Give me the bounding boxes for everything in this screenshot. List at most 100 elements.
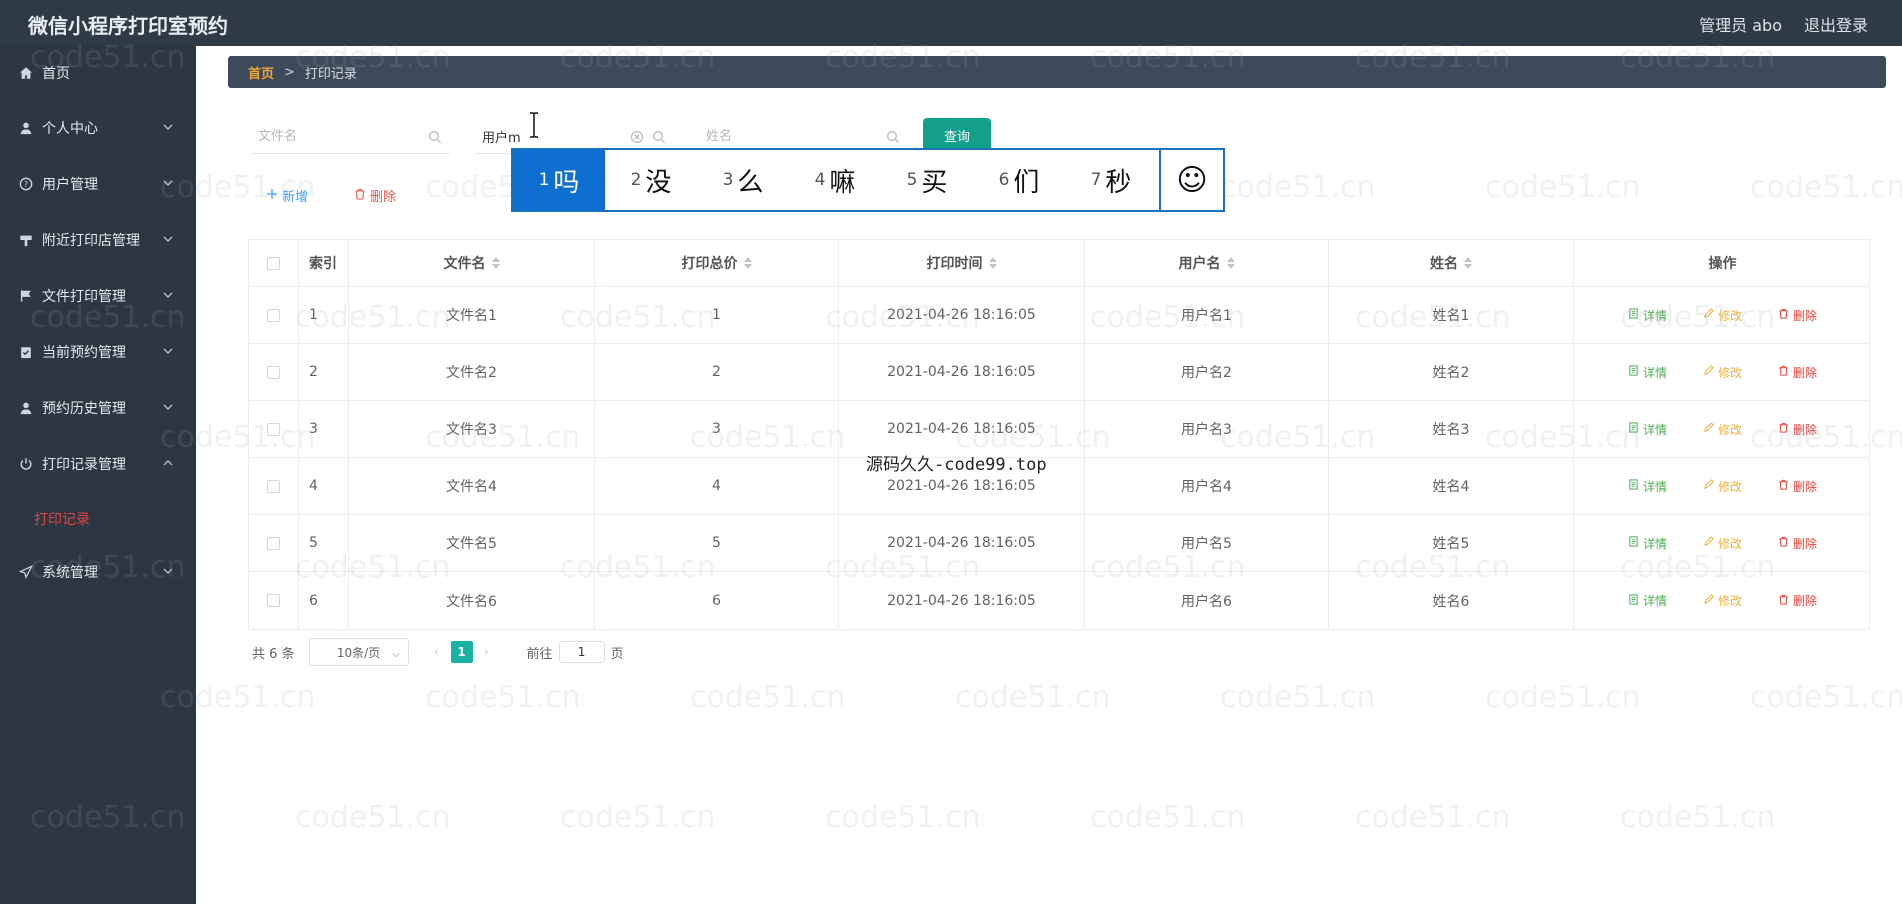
delete-button[interactable]: 删除 [1778,478,1817,495]
sidebar-item-file-print[interactable]: 文件打印管理 [0,276,196,316]
sidebar-item-print-records[interactable]: 打印记录管理 [0,444,196,484]
header-user-area: 管理员 abo 退出登录 [1699,12,1868,36]
add-button[interactable]: 新增 [266,186,308,205]
trash-icon [1778,365,1789,379]
cell-print-time: 2021-04-26 18:16:05 [839,572,1085,629]
ime-candidate[interactable]: 6们 [973,150,1065,210]
ime-candidate[interactable]: 2没 [605,150,697,210]
column-header-name[interactable]: 姓名 [1329,240,1574,286]
row-select-cell [249,572,299,629]
ime-candidate[interactable]: 1吗 [513,150,605,210]
row-checkbox[interactable] [267,365,280,379]
table-row: 6 文件名6 6 2021-04-26 18:16:05 用户名6 姓名6 详情 修改 删除 [249,572,1869,629]
ime-candidate[interactable]: 7秒 [1065,150,1157,210]
cell-price: 5 [595,515,839,571]
cell-index: 2 [299,344,349,400]
page-size-select[interactable]: 10条/页 [308,638,409,666]
row-checkbox[interactable] [267,308,280,322]
column-header-price[interactable]: 打印总价 [595,240,839,286]
cell-actions: 详情 修改 删除 [1574,572,1871,629]
ime-candidate-char: 么 [737,167,764,198]
select-all-checkbox[interactable] [267,256,280,270]
username-search-input[interactable] [474,129,674,144]
trash-icon [354,188,366,204]
detail-button[interactable]: 详情 [1628,307,1667,324]
prev-page-button[interactable]: ‹ [427,642,447,662]
row-checkbox[interactable] [267,479,280,493]
detail-button[interactable]: 详情 [1628,421,1667,438]
row-select-cell [249,458,299,514]
ime-candidate[interactable]: 3么 [697,150,789,210]
sidebar-subitem-print-record[interactable]: 打印记录 [34,502,174,536]
cell-filename: 文件名3 [349,401,595,457]
clipboard-check-icon [18,344,34,360]
query-button[interactable]: 查询 [923,118,991,152]
delete-button-label: 删除 [370,190,397,205]
column-header-username[interactable]: 用户名 [1085,240,1329,286]
delete-button[interactable]: 删除 [1778,592,1817,609]
detail-button[interactable]: 详情 [1628,535,1667,552]
breadcrumb-home[interactable]: 首页 [248,63,274,82]
sort-icon[interactable] [743,257,752,269]
goto-page-input[interactable]: 1 [558,641,605,663]
sort-icon[interactable] [1226,257,1235,269]
ime-candidate-number: 4 [814,170,826,190]
delete-button[interactable]: 删除 [1778,535,1817,552]
sidebar-item-profile[interactable]: 个人中心 [0,108,196,148]
edit-button[interactable]: 修改 [1703,307,1742,324]
edit-button[interactable]: 修改 [1703,592,1742,609]
print-records-table: 索引 文件名 打印总价 打印时间 用户名 姓名 操作 1 文件名1 1 2021-04… [248,239,1870,630]
logout-link[interactable]: 退出登录 [1804,12,1868,36]
edit-button[interactable]: 修改 [1703,478,1742,495]
filename-search-input[interactable] [250,129,450,144]
sidebar-item-home[interactable]: 首页 [0,53,196,93]
edit-label: 修改 [1717,422,1742,437]
next-page-button[interactable]: › [477,642,497,662]
row-select-cell [249,515,299,571]
column-header-filename[interactable]: 文件名 [349,240,595,286]
row-checkbox[interactable] [267,536,280,550]
ime-candidate[interactable]: 4嘛 [789,150,881,210]
detail-button[interactable]: 详情 [1628,478,1667,495]
clear-icon[interactable] [630,130,644,144]
cell-price: 4 [595,458,839,514]
ime-candidate[interactable]: 5买 [881,150,973,210]
column-header-label: 索引 [309,256,337,272]
name-search-input[interactable] [698,129,908,144]
search-icon [652,130,666,144]
admin-user-label[interactable]: 管理员 abo [1699,12,1782,36]
pencil-icon [1703,479,1714,493]
sidebar-item-users[interactable]: ? 用户管理 [0,164,196,204]
batch-delete-button[interactable]: 删除 [354,186,396,205]
sort-icon[interactable] [988,257,997,269]
delete-button[interactable]: 删除 [1778,364,1817,381]
pencil-icon [1703,422,1714,436]
edit-button[interactable]: 修改 [1703,364,1742,381]
sidebar-item-current-booking[interactable]: 当前预约管理 [0,332,196,372]
column-header-print-time[interactable]: 打印时间 [839,240,1085,286]
edit-button[interactable]: 修改 [1703,535,1742,552]
delete-button[interactable]: 删除 [1778,307,1817,324]
sidebar-item-booking-history[interactable]: 预约历史管理 [0,388,196,428]
edit-button[interactable]: 修改 [1703,421,1742,438]
page-number-active[interactable]: 1 [450,641,473,663]
smiley-icon[interactable]: ☺ [1159,150,1223,210]
document-icon [1628,365,1639,379]
svg-text:?: ? [24,180,28,189]
cell-name: 姓名2 [1329,344,1574,400]
sort-icon[interactable] [491,257,500,269]
delete-button[interactable]: 删除 [1778,421,1817,438]
cell-index: 4 [299,458,349,514]
column-header-label: 打印总价 [681,256,738,272]
chevron-down-icon [162,233,174,245]
column-header-label: 文件名 [443,256,486,272]
detail-button[interactable]: 详情 [1628,364,1667,381]
row-checkbox[interactable] [267,422,280,436]
row-checkbox[interactable] [267,594,280,607]
sidebar-item-system[interactable]: 系统管理 [0,552,196,592]
cell-print-time: 2021-04-26 18:16:05 [839,287,1085,343]
sidebar-item-shops[interactable]: 附近打印店管理 [0,220,196,260]
detail-button[interactable]: 详情 [1628,592,1667,609]
column-header-label: 姓名 [1430,256,1458,272]
sort-icon[interactable] [1464,257,1472,269]
